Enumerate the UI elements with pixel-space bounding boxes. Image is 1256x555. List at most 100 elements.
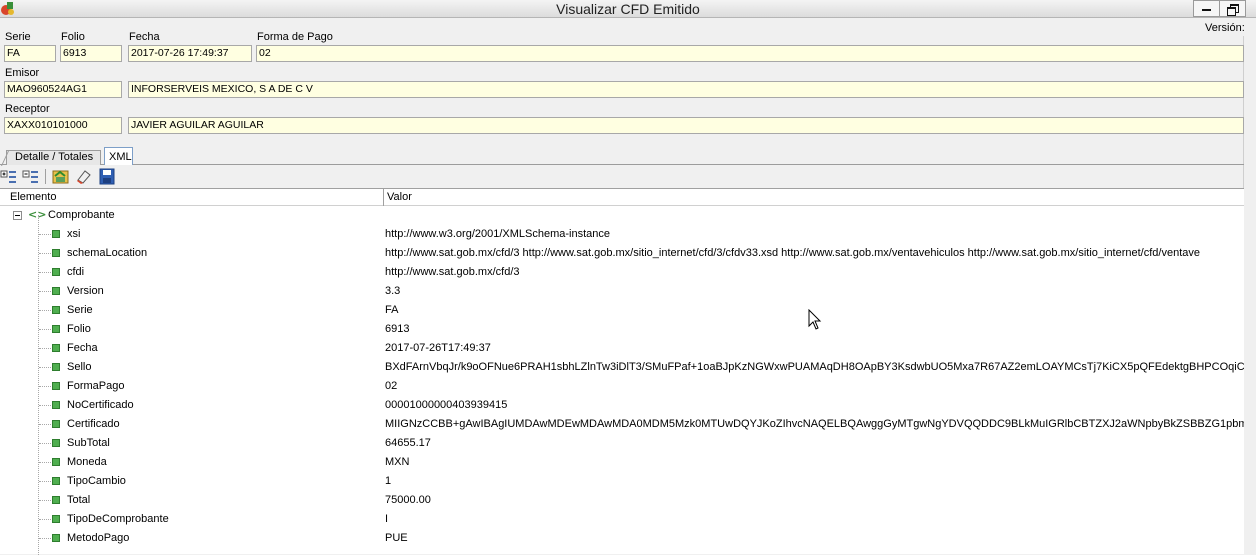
- collapse-all-icon[interactable]: [22, 168, 40, 185]
- table-row[interactable]: schemaLocation http://www.sat.gob.mx/cfd/…: [0, 244, 1244, 263]
- version-label: Versión:: [1205, 22, 1245, 34]
- fecha-field[interactable]: 2017-07-26 17:49:37: [128, 45, 252, 62]
- serie-field[interactable]: FA: [4, 45, 56, 62]
- title-bar: Visualizar CFD Emitido: [0, 0, 1256, 18]
- folio-field[interactable]: 6913: [60, 45, 122, 62]
- tree-branch-line: [39, 462, 51, 463]
- forma-pago-field[interactable]: 02: [256, 45, 1244, 62]
- tree-branch-line: [39, 272, 51, 273]
- emisor-rfc-field[interactable]: MAO960524AG1: [4, 81, 122, 98]
- table-row[interactable]: Serie FA: [0, 301, 1244, 320]
- column-separator[interactable]: [383, 188, 384, 206]
- attribute-node-icon: [52, 363, 60, 371]
- tree-branch-line: [39, 253, 51, 254]
- row-element-name: TipoDeComprobante: [67, 513, 169, 525]
- minimize-icon: [1202, 9, 1211, 11]
- attribute-node-icon: [52, 325, 60, 333]
- row-element-name: TipoCambio: [67, 475, 126, 487]
- minimize-button[interactable]: [1193, 0, 1220, 17]
- xml-tree-grid[interactable]: <> Comprobante xsi http://www.w3.org/2001…: [0, 206, 1244, 554]
- forma-pago-label: Forma de Pago: [257, 31, 333, 43]
- save-icon[interactable]: [98, 168, 116, 185]
- attribute-node-icon: [52, 268, 60, 276]
- tree-branch-line: [39, 386, 51, 387]
- window-title: Visualizar CFD Emitido: [556, 1, 700, 17]
- clear-icon[interactable]: [75, 168, 93, 185]
- window-right-edge: [1244, 18, 1256, 554]
- tree-guide-line: [38, 215, 39, 555]
- tab-strip-line: [0, 164, 1244, 165]
- row-element-name: FormaPago: [67, 380, 125, 392]
- attribute-node-icon: [52, 344, 60, 352]
- restore-button[interactable]: [1219, 0, 1246, 17]
- row-element-name: Folio: [67, 323, 91, 335]
- row-element-name: NoCertificado: [67, 399, 134, 411]
- attribute-node-icon: [52, 306, 60, 314]
- table-row[interactable]: cfdi http://www.sat.gob.mx/cfd/3: [0, 263, 1244, 282]
- table-row[interactable]: Fecha 2017-07-26T17:49:37: [0, 339, 1244, 358]
- tab-detalle-totales[interactable]: Detalle / Totales: [6, 150, 101, 165]
- row-value: 2017-07-26T17:49:37: [385, 342, 491, 354]
- row-element-name: Total: [67, 494, 91, 506]
- table-row[interactable]: TipoDeComprobante I: [0, 510, 1244, 529]
- row-element-name: SubTotal: [67, 437, 110, 449]
- table-row[interactable]: MetodoPago PUE: [0, 529, 1244, 548]
- grid-header: Elemento Valor: [0, 188, 1244, 206]
- tree-branch-line: [39, 310, 51, 311]
- attribute-node-icon: [52, 382, 60, 390]
- tree-branch-line: [39, 405, 51, 406]
- row-value: 00001000000403939415: [385, 399, 508, 411]
- receptor-name-field[interactable]: JAVIER AGUILAR AGUILAR: [128, 117, 1244, 134]
- open-icon[interactable]: [52, 168, 70, 185]
- table-row[interactable]: Moneda MXN: [0, 453, 1244, 472]
- row-element-name: MetodoPago: [67, 532, 130, 544]
- row-value: MXN: [385, 456, 410, 468]
- tree-branch-line: [39, 500, 51, 501]
- folio-label: Folio: [61, 31, 85, 43]
- table-row[interactable]: xsi http://www.w3.org/2001/XMLSchema-inst…: [0, 225, 1244, 244]
- serie-label: Serie: [5, 31, 31, 43]
- tree-branch-line: [39, 538, 51, 539]
- table-row[interactable]: Sello BXdFArnVbqJr/k9oOFNue6PRAH1sbhLZlnT…: [0, 358, 1244, 377]
- restore-icon: [1227, 3, 1239, 16]
- toolbar-separator: [45, 169, 46, 184]
- table-row[interactable]: Folio 6913: [0, 320, 1244, 339]
- row-element-name: Serie: [67, 304, 93, 316]
- row-value: I: [385, 513, 389, 525]
- tree-branch-line: [39, 519, 51, 520]
- attribute-node-icon: [52, 515, 60, 523]
- attribute-node-icon: [52, 287, 60, 295]
- emisor-name-field[interactable]: INFORSERVEIS MEXICO, S A DE C V: [128, 81, 1244, 98]
- tree-branch-line: [39, 329, 51, 330]
- receptor-rfc-field[interactable]: XAXX010101000: [4, 117, 122, 134]
- row-value: MIIGNzCCBB+gAwIBAgIUMDAwMDEwMDAwMDA0MDM5…: [385, 418, 1244, 430]
- table-row[interactable]: FormaPago 02: [0, 377, 1244, 396]
- tab-xml[interactable]: XML: [104, 147, 133, 165]
- table-row[interactable]: SubTotal 64655.17: [0, 434, 1244, 453]
- tree-branch-line: [39, 481, 51, 482]
- tree-branch-line: [39, 234, 51, 235]
- row-value: 02: [385, 380, 398, 392]
- table-row[interactable]: NoCertificado 00001000000403939415: [0, 396, 1244, 415]
- tree-branch-line: [39, 348, 51, 349]
- collapse-toggle-icon[interactable]: [13, 211, 22, 220]
- attribute-node-icon: [52, 401, 60, 409]
- table-row[interactable]: Version 3.3: [0, 282, 1244, 301]
- attribute-node-icon: [52, 458, 60, 466]
- tree-branch-line: [39, 424, 51, 425]
- column-header-valor[interactable]: Valor: [387, 189, 412, 206]
- row-element-name: Version: [67, 285, 104, 297]
- row-value: 64655.17: [385, 437, 431, 449]
- expand-all-icon[interactable]: [0, 168, 18, 185]
- table-row[interactable]: TipoCambio 1: [0, 472, 1244, 491]
- tree-branch-line: [39, 291, 51, 292]
- table-row[interactable]: Total 75000.00: [0, 491, 1244, 510]
- table-row[interactable]: Certificado MIIGNzCCBB+gAwIBAgIUMDAwMDEwM…: [0, 415, 1244, 434]
- row-element-name: Moneda: [67, 456, 107, 468]
- row-element-name: cfdi: [67, 266, 85, 278]
- attribute-node-icon: [52, 230, 60, 238]
- column-header-elemento[interactable]: Elemento: [10, 189, 56, 206]
- tree-root-row[interactable]: <> Comprobante: [0, 206, 1244, 225]
- mouse-cursor-icon: [808, 309, 822, 330]
- row-element-name: Certificado: [67, 418, 120, 430]
